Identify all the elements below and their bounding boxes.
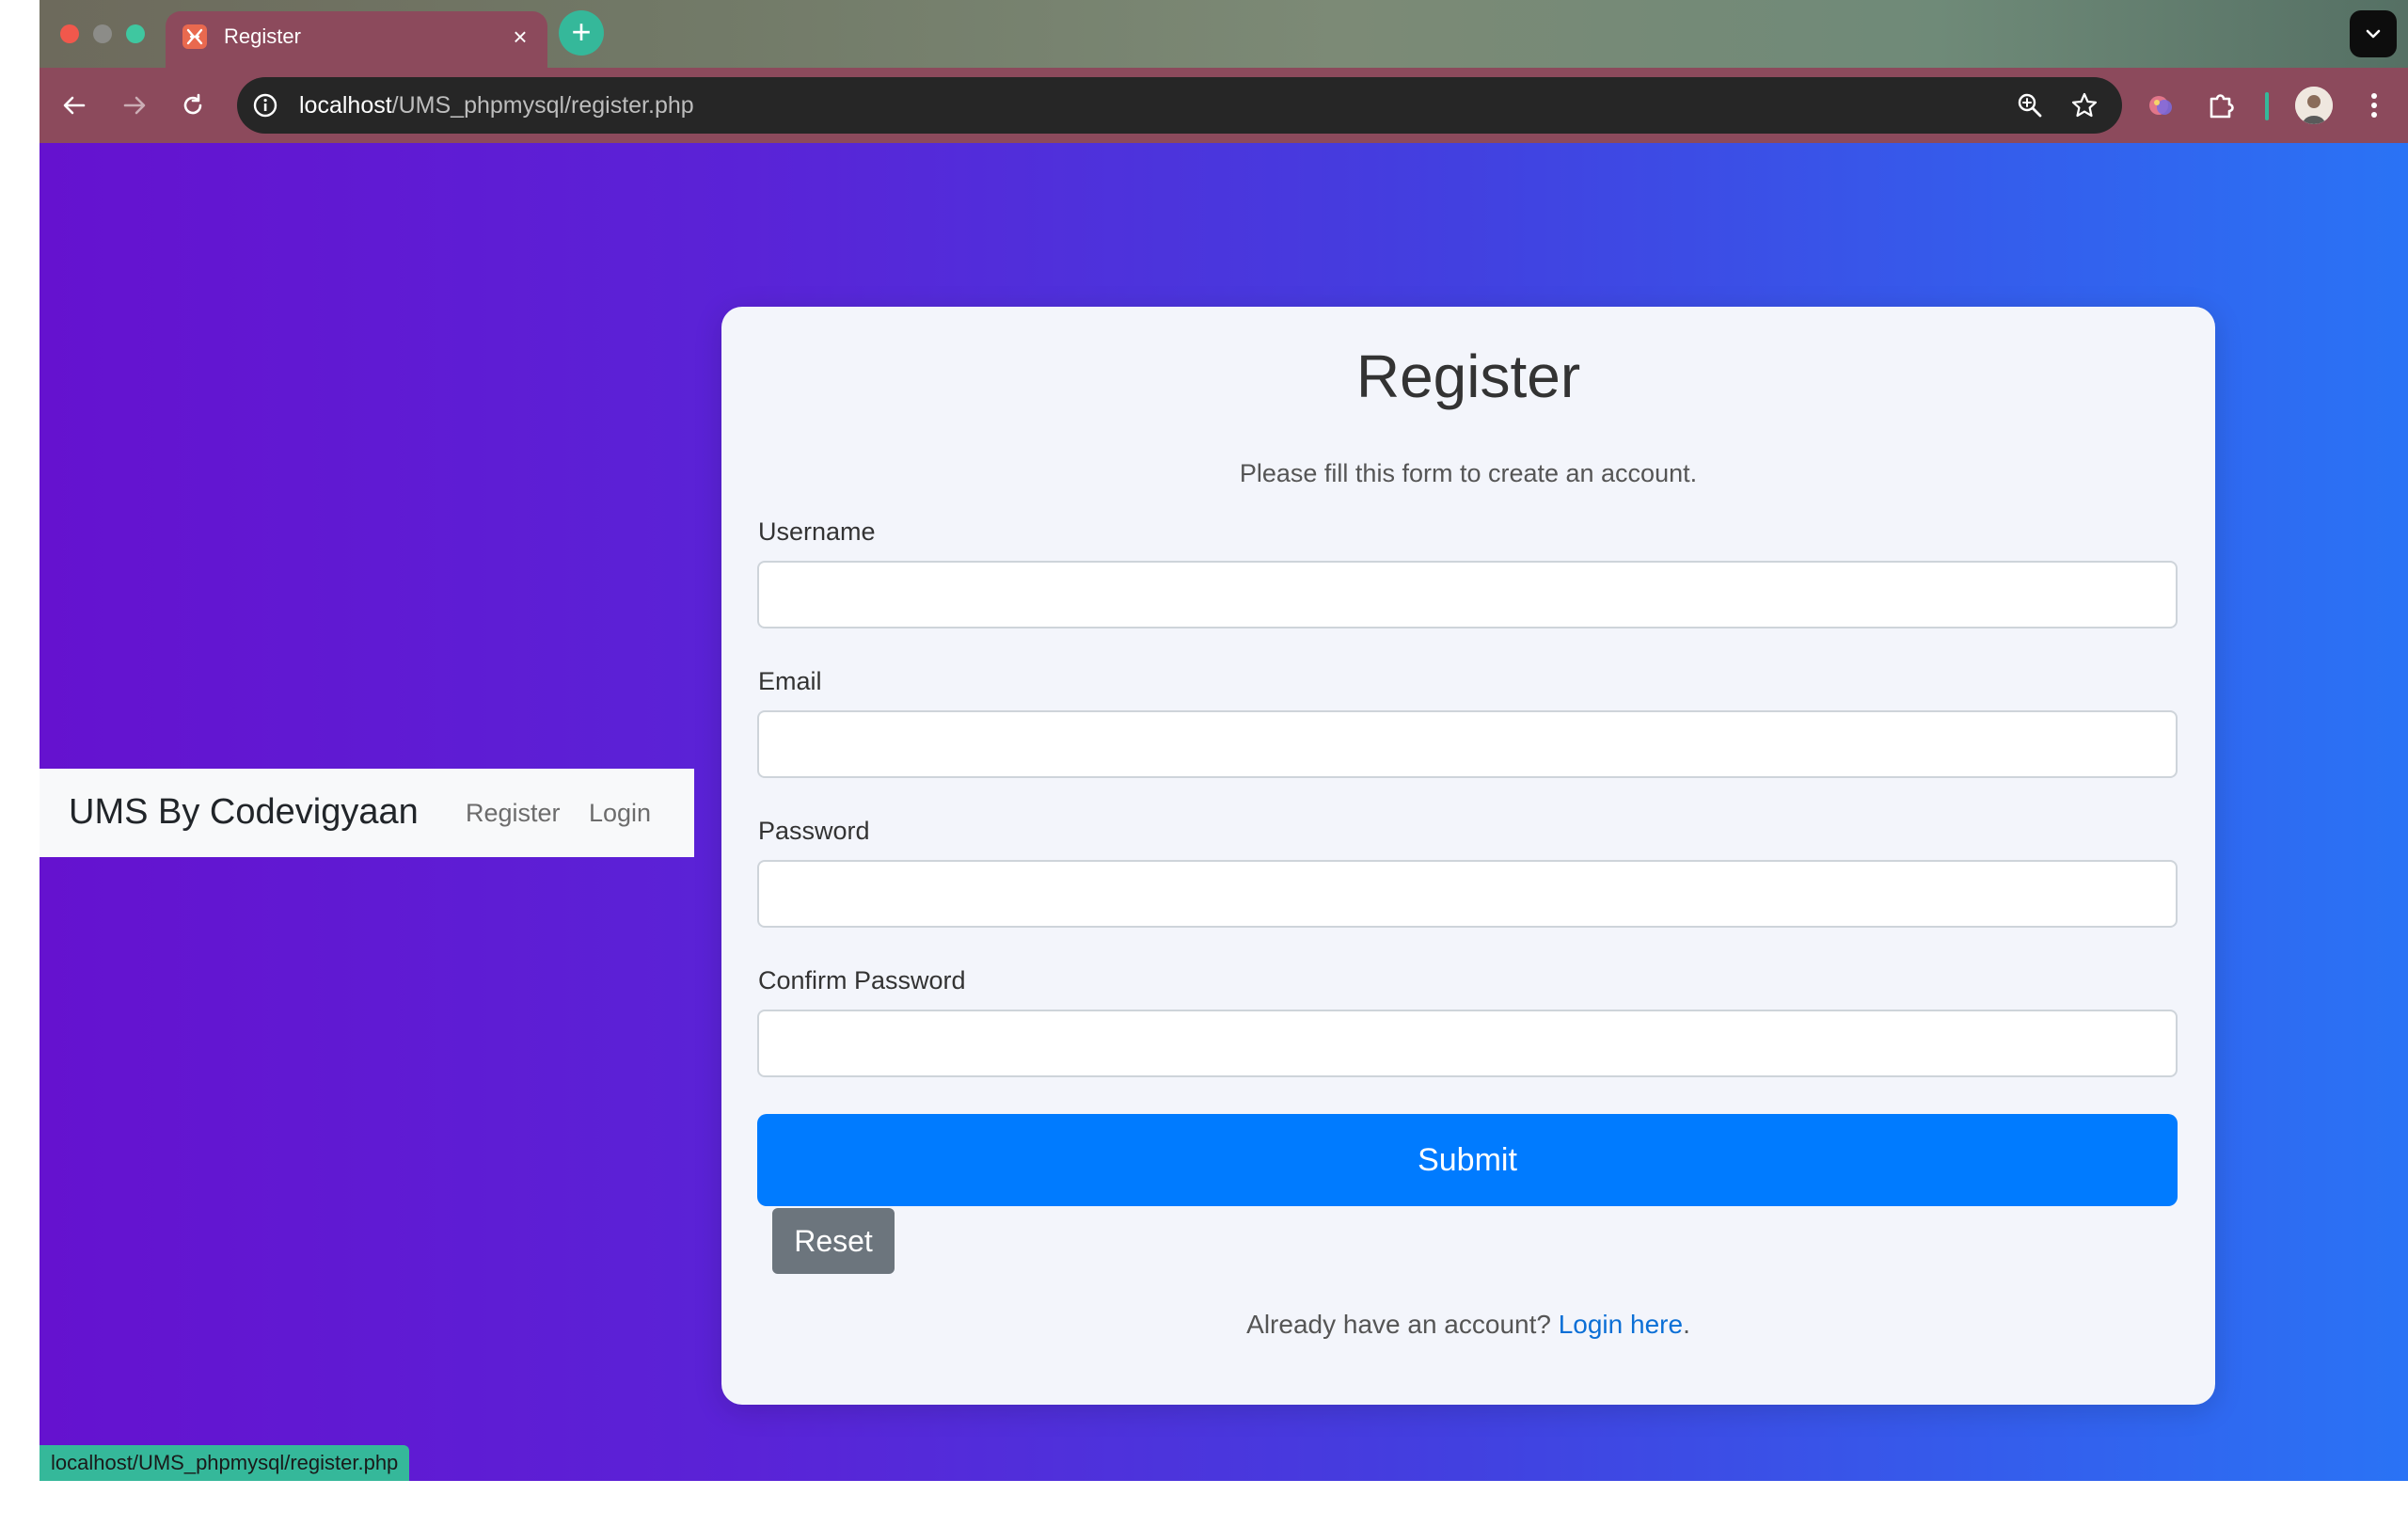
password-label: Password (758, 817, 870, 845)
nav-link-login[interactable]: Login (589, 797, 651, 829)
toolbar-divider (2265, 92, 2269, 120)
login-here-link[interactable]: Login here (1559, 1310, 1683, 1339)
login-prompt-period: . (1683, 1310, 1690, 1339)
username-input[interactable] (757, 561, 2178, 628)
star-icon[interactable] (2069, 90, 2099, 120)
reload-button[interactable] (173, 86, 213, 125)
site-navbar: UMS By Codevigyaan Register Login (40, 769, 694, 857)
extension-icon[interactable] (2143, 87, 2180, 124)
tab-strip: Register × + (40, 0, 2408, 68)
url-host: localhost (299, 92, 392, 119)
xampp-icon (182, 24, 207, 49)
login-prompt-text: Already have an account? (1246, 1310, 1559, 1339)
status-bar-url: localhost/UMS_phpmysql/register.php (40, 1445, 410, 1481)
username-label: Username (758, 517, 876, 546)
close-window-button[interactable] (60, 24, 79, 43)
url-text[interactable]: localhost/UMS_phpmysql/register.php (299, 90, 694, 120)
puzzle-icon[interactable] (2203, 87, 2241, 124)
profile-avatar[interactable] (2295, 87, 2333, 124)
back-button[interactable] (55, 86, 94, 125)
reload-icon (183, 93, 202, 115)
nav-link-register[interactable]: Register (466, 797, 561, 829)
tab-search-button[interactable] (2350, 10, 2397, 57)
tab-register[interactable]: Register × (166, 11, 547, 68)
confirm-password-label: Confirm Password (758, 966, 966, 994)
page-content: UMS By Codevigyaan Register Login Regist… (40, 143, 2408, 1481)
form-subtitle: Please fill this form to create an accou… (1239, 459, 1698, 487)
info-icon[interactable] (250, 90, 280, 120)
arrow-right-icon (123, 96, 146, 115)
zoom-icon[interactable] (2015, 90, 2045, 120)
maximize-window-button[interactable] (126, 24, 145, 43)
navbar-brand[interactable]: UMS By Codevigyaan (69, 789, 419, 835)
close-tab-icon[interactable]: × (506, 23, 534, 51)
chevron-down-icon (2366, 29, 2381, 39)
page-title: Register (1355, 342, 1581, 410)
reset-button[interactable]: Reset (772, 1208, 895, 1274)
email-label: Email (758, 667, 822, 695)
forward-button[interactable] (115, 86, 154, 125)
submit-button[interactable]: Submit (757, 1114, 2178, 1206)
tab-title: Register (224, 24, 301, 48)
new-tab-button[interactable]: + (559, 10, 604, 56)
kebab-menu-icon[interactable] (2355, 87, 2393, 124)
url-path: /UMS_phpmysql/register.php (391, 92, 694, 119)
confirm-password-input[interactable] (757, 1010, 2178, 1077)
password-input[interactable] (757, 860, 2178, 928)
address-bar[interactable]: localhost/UMS_phpmysql/register.php (237, 77, 2122, 134)
arrow-left-icon (63, 96, 86, 115)
register-card: Register Please fill this form to create… (721, 307, 2215, 1405)
email-input[interactable] (757, 710, 2178, 778)
browser-window: Register × + localhost/UMS_phpmysql/regi… (40, 0, 2408, 1481)
browser-toolbar: localhost/UMS_phpmysql/register.php (40, 68, 2408, 143)
login-prompt: Already have an account? Login here. (721, 1308, 2215, 1342)
minimize-window-button[interactable] (93, 24, 112, 43)
